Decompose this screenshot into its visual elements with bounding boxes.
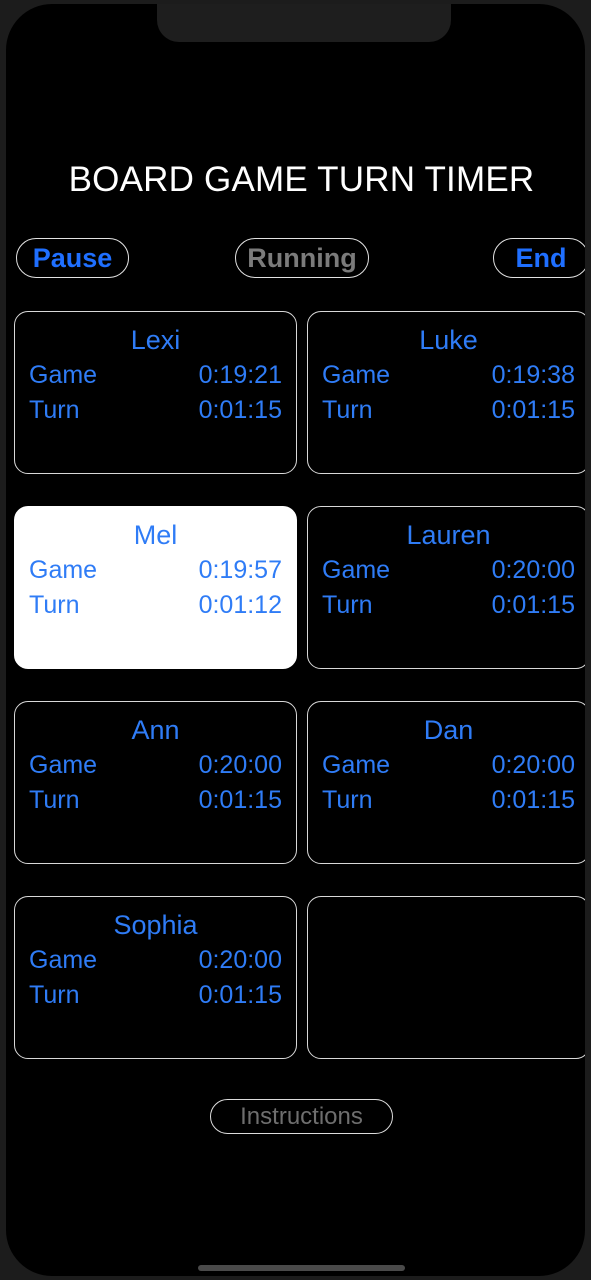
control-bar: Pause Running End xyxy=(6,238,585,280)
page-title: BOARD GAME TURN TIMER xyxy=(68,160,535,199)
turn-time-row: Turn 0:01:15 xyxy=(29,393,282,428)
turn-time-label: Turn xyxy=(29,591,80,619)
player-card[interactable]: Ann Game 0:20:00 Turn 0:01:15 xyxy=(14,701,297,864)
device-notch xyxy=(157,4,451,42)
player-name: Mel xyxy=(133,520,178,550)
turn-time-value: 0:01:15 xyxy=(198,786,282,814)
turn-time-label: Turn xyxy=(322,396,373,424)
game-time-label: Game xyxy=(322,361,391,389)
turn-time-row: Turn 0:01:15 xyxy=(322,588,575,623)
game-time-row: Game 0:19:21 xyxy=(29,358,282,393)
turn-time-label: Turn xyxy=(322,786,373,814)
turn-time-label: Turn xyxy=(29,981,80,1009)
turn-time-label: Turn xyxy=(322,591,373,619)
player-card[interactable]: Dan Game 0:20:00 Turn 0:01:15 xyxy=(307,701,585,864)
game-time-row: Game 0:20:00 xyxy=(29,943,282,978)
end-button[interactable]: End xyxy=(493,238,585,278)
player-name: Lauren xyxy=(406,520,491,550)
player-name: Sophia xyxy=(113,910,198,940)
player-name: Ann xyxy=(131,715,180,745)
player-card[interactable]: Lexi Game 0:19:21 Turn 0:01:15 xyxy=(14,311,297,474)
phone-device-frame: BOARD GAME TURN TIMER Pause Running End … xyxy=(0,0,591,1280)
player-card-empty xyxy=(307,896,585,1059)
player-name: Lexi xyxy=(130,325,181,355)
phone-screen: BOARD GAME TURN TIMER Pause Running End … xyxy=(6,4,585,1276)
turn-time-row: Turn 0:01:15 xyxy=(322,783,575,818)
player-name: Luke xyxy=(419,325,478,355)
turn-time-row: Turn 0:01:15 xyxy=(29,783,282,818)
game-time-row: Game 0:19:57 xyxy=(29,553,282,588)
game-time-value: 0:20:00 xyxy=(198,946,282,974)
game-time-row: Game 0:20:00 xyxy=(322,748,575,783)
turn-time-value: 0:01:15 xyxy=(198,396,282,424)
instructions-button[interactable]: Instructions xyxy=(210,1099,393,1134)
turn-time-row: Turn 0:01:12 xyxy=(29,588,282,623)
game-time-row: Game 0:20:00 xyxy=(322,553,575,588)
game-time-value: 0:19:57 xyxy=(198,556,282,584)
turn-time-row: Turn 0:01:15 xyxy=(322,393,575,428)
turn-time-value: 0:01:15 xyxy=(491,786,575,814)
game-time-label: Game xyxy=(29,751,98,779)
game-time-label: Game xyxy=(29,556,98,584)
player-card-grid: Lexi Game 0:19:21 Turn 0:01:15 Luke Game 0:19:3… xyxy=(14,311,585,1059)
game-time-value: 0:20:00 xyxy=(198,751,282,779)
pause-button[interactable]: Pause xyxy=(16,238,129,278)
game-time-value: 0:19:21 xyxy=(198,361,282,389)
player-card[interactable]: Luke Game 0:19:38 Turn 0:01:15 xyxy=(307,311,585,474)
game-time-label: Game xyxy=(322,751,391,779)
game-time-label: Game xyxy=(29,361,98,389)
game-time-row: Game 0:20:00 xyxy=(29,748,282,783)
turn-time-label: Turn xyxy=(29,396,80,424)
game-time-value: 0:20:00 xyxy=(491,556,575,584)
home-indicator xyxy=(198,1265,405,1271)
player-card[interactable]: Sophia Game 0:20:00 Turn 0:01:15 xyxy=(14,896,297,1059)
player-card[interactable]: Lauren Game 0:20:00 Turn 0:01:15 xyxy=(307,506,585,669)
turn-time-value: 0:01:15 xyxy=(491,396,575,424)
player-card[interactable]: Mel Game 0:19:57 Turn 0:01:12 xyxy=(14,506,297,669)
game-time-label: Game xyxy=(29,946,98,974)
turn-time-value: 0:01:15 xyxy=(198,981,282,1009)
game-time-row: Game 0:19:38 xyxy=(322,358,575,393)
game-time-label: Game xyxy=(322,556,391,584)
turn-time-value: 0:01:15 xyxy=(491,591,575,619)
status-badge: Running xyxy=(235,238,369,278)
turn-time-value: 0:01:12 xyxy=(198,591,282,619)
turn-time-label: Turn xyxy=(29,786,80,814)
game-time-value: 0:19:38 xyxy=(491,361,575,389)
turn-time-row: Turn 0:01:15 xyxy=(29,978,282,1013)
game-time-value: 0:20:00 xyxy=(491,751,575,779)
player-name: Dan xyxy=(423,715,474,745)
